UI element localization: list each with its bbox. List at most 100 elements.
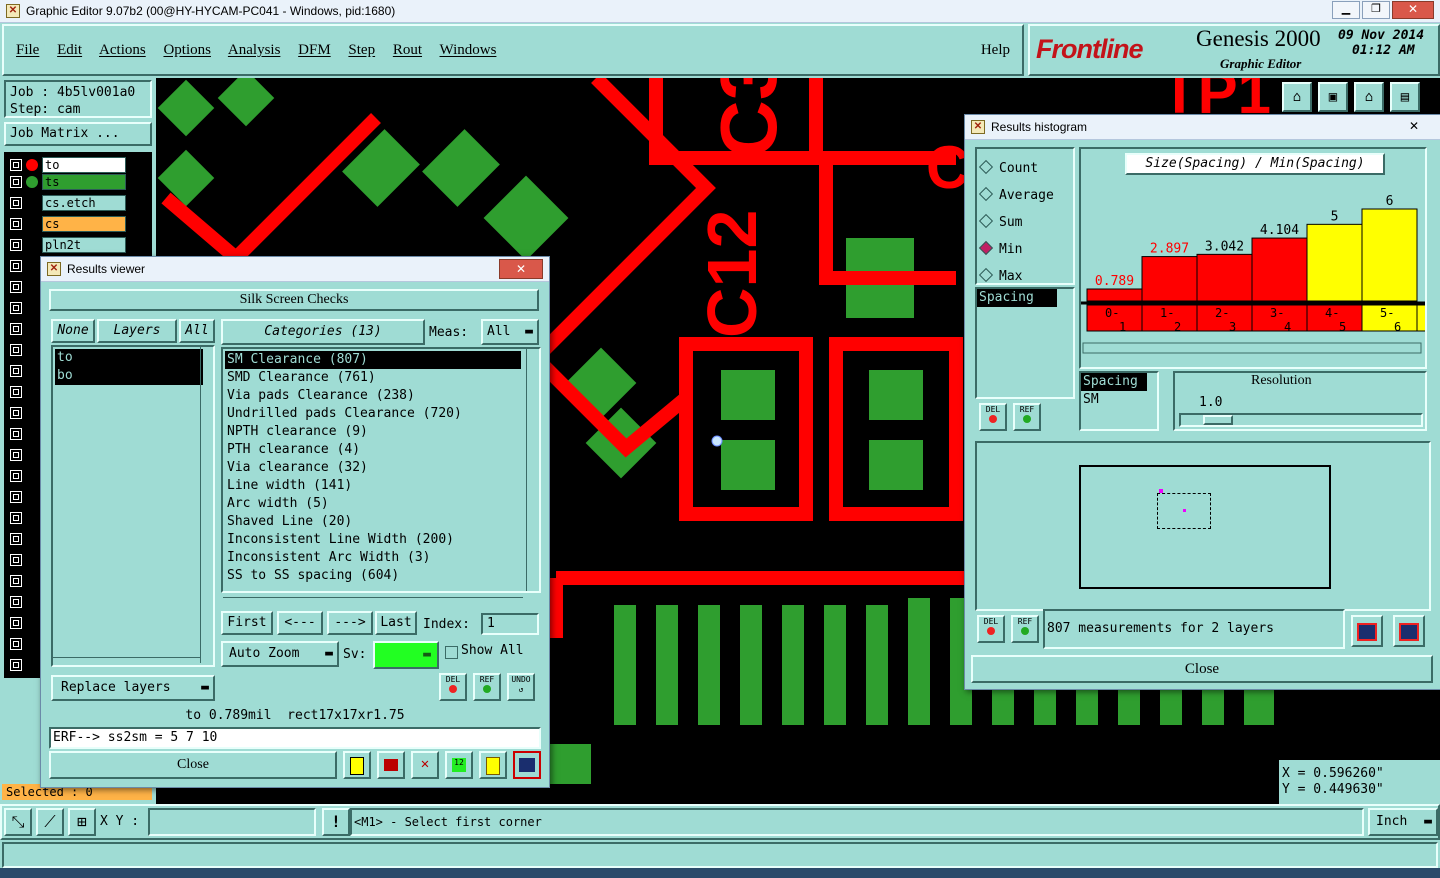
mode-sum-radio[interactable]: Sum: [978, 209, 1073, 236]
ref-off-icon[interactable]: ✕: [411, 751, 439, 779]
overview-del-button[interactable]: DEL: [977, 615, 1005, 643]
job-matrix-button[interactable]: Job Matrix ...: [4, 122, 152, 146]
window-icon[interactable]: ▤: [1390, 82, 1420, 112]
notes-icon[interactable]: [479, 751, 507, 779]
category-item[interactable]: Line width (141): [225, 477, 521, 495]
histogram-bar[interactable]: [1306, 223, 1363, 302]
mode-average-radio[interactable]: Average: [978, 182, 1073, 209]
ref-button[interactable]: REF: [473, 673, 501, 701]
layers-scrollbar[interactable]: [200, 347, 213, 663]
minimize-button[interactable]: ▁: [1332, 1, 1360, 19]
units-dropdown[interactable]: Inch ▬: [1368, 808, 1438, 836]
layer-cs[interactable]: cs: [42, 216, 126, 232]
histogram-bar[interactable]: [1251, 237, 1308, 302]
category-item[interactable]: Shaved Line (20): [225, 513, 521, 531]
layer-list-item[interactable]: bo: [55, 367, 203, 385]
first-button[interactable]: First: [221, 611, 273, 635]
snap-icon[interactable]: ⤡: [4, 808, 32, 836]
layer-row-pln2t[interactable]: [10, 236, 22, 254]
sv-color-dropdown[interactable]: ▬: [373, 641, 439, 669]
layer-row-ts[interactable]: [10, 173, 38, 191]
replace-layers-dropdown[interactable]: Replace layers ▬: [51, 675, 215, 701]
last-button[interactable]: Last: [375, 611, 417, 635]
layer-to[interactable]: to: [42, 157, 126, 173]
menu-rout[interactable]: Rout: [393, 42, 422, 58]
chart-scrollbar[interactable]: [1082, 342, 1422, 354]
category-item[interactable]: Inconsistent Line Width (200): [225, 531, 521, 549]
layer-row-cs-etch[interactable]: [10, 194, 22, 212]
layer-row-to[interactable]: [10, 156, 38, 174]
category-item[interactable]: SS to SS spacing (604): [225, 567, 521, 585]
category-item[interactable]: NPTH clearance (9): [225, 423, 521, 441]
hist-ref-button[interactable]: REF: [1013, 403, 1041, 431]
none-button[interactable]: None: [51, 319, 95, 343]
meas-dropdown[interactable]: All ▬: [481, 319, 539, 345]
histogram-close-x[interactable]: ✕: [1393, 117, 1435, 135]
results-viewer-close-x[interactable]: ✕: [499, 259, 543, 279]
categories-button[interactable]: Categories (13): [221, 319, 425, 345]
alert-icon[interactable]: !: [322, 808, 350, 836]
prev-button[interactable]: <---: [277, 611, 323, 635]
mode-max-radio[interactable]: Max: [978, 263, 1073, 290]
layer-ts[interactable]: ts: [42, 174, 126, 190]
layer-list-item[interactable]: to: [55, 349, 203, 367]
menu-windows[interactable]: Windows: [440, 42, 497, 58]
histogram-bar[interactable]: [1141, 256, 1198, 302]
next-button[interactable]: --->: [327, 611, 373, 635]
mode-count-radio[interactable]: Count: [978, 155, 1073, 182]
categories-hscroll[interactable]: [223, 597, 523, 608]
resolution-slider-thumb[interactable]: [1203, 415, 1233, 425]
overview-box[interactable]: [1079, 465, 1331, 589]
layer-pln2t[interactable]: pln2t: [42, 237, 126, 253]
categories-scrollbar[interactable]: [526, 349, 539, 591]
layers-icon[interactable]: ⌂: [1354, 82, 1384, 112]
category-item[interactable]: Via clearance (32): [225, 459, 521, 477]
category-item[interactable]: SMD Clearance (761): [225, 369, 521, 387]
histogram-bar[interactable]: [1086, 288, 1143, 302]
resolution-list-item[interactable]: SM: [1081, 391, 1157, 409]
menu-step[interactable]: Step: [348, 42, 375, 58]
count-icon[interactable]: 12: [445, 751, 473, 779]
home-icon[interactable]: ⌂: [1282, 82, 1312, 112]
measure-listbox[interactable]: Spacing: [975, 287, 1075, 399]
index-input[interactable]: 1: [481, 613, 539, 635]
zoom-in-histogram-icon[interactable]: [1351, 615, 1383, 647]
menu-help[interactable]: Help: [981, 42, 1010, 59]
maximize-button[interactable]: ❐: [1362, 1, 1390, 19]
menu-file[interactable]: File: [16, 42, 39, 58]
histogram-bar[interactable]: [1196, 253, 1253, 302]
layers-button[interactable]: Layers: [97, 319, 177, 343]
menu-analysis[interactable]: Analysis: [228, 42, 281, 58]
histogram-bar[interactable]: [1361, 208, 1418, 302]
results-viewer-close-button[interactable]: Close: [49, 751, 337, 779]
menu-options[interactable]: Options: [163, 42, 211, 58]
layers-hscroll[interactable]: [51, 657, 201, 668]
grid-icon[interactable]: ⊞: [68, 808, 96, 836]
zoom-out-histogram-icon[interactable]: [1393, 615, 1425, 647]
fit-icon[interactable]: ▣: [1318, 82, 1348, 112]
del-button[interactable]: DEL: [439, 673, 467, 701]
resolution-listbox[interactable]: Spacing SM: [1079, 371, 1159, 431]
category-item[interactable]: Inconsistent Arc Width (3): [225, 549, 521, 567]
auto-zoom-dropdown[interactable]: Auto Zoom ▬: [221, 641, 339, 667]
resolution-list-item[interactable]: Spacing: [1081, 373, 1147, 391]
measure-icon[interactable]: ⟋: [36, 808, 64, 836]
category-item[interactable]: SM Clearance (807): [225, 351, 521, 369]
menu-actions[interactable]: Actions: [99, 42, 146, 58]
undo-button[interactable]: UNDO ↺: [507, 673, 535, 701]
layers-listbox[interactable]: to bo: [51, 345, 215, 667]
category-item[interactable]: Arc width (5): [225, 495, 521, 513]
menu-dfm[interactable]: DFM: [298, 42, 331, 58]
hist-del-button[interactable]: DEL: [979, 403, 1007, 431]
highlight-icon[interactable]: [343, 751, 371, 779]
histogram-icon[interactable]: [513, 751, 541, 779]
category-item[interactable]: Undrilled pads Clearance (720): [225, 405, 521, 423]
close-window-button[interactable]: ✕: [1392, 1, 1434, 19]
xy-input[interactable]: [148, 808, 316, 836]
menu-edit[interactable]: Edit: [57, 42, 82, 58]
all-layers-button[interactable]: All: [179, 319, 215, 343]
category-item[interactable]: Via pads Clearance (238): [225, 387, 521, 405]
category-item[interactable]: PTH clearance (4): [225, 441, 521, 459]
histogram-close-button[interactable]: Close: [971, 655, 1433, 683]
layer-row-cs[interactable]: [10, 215, 22, 233]
